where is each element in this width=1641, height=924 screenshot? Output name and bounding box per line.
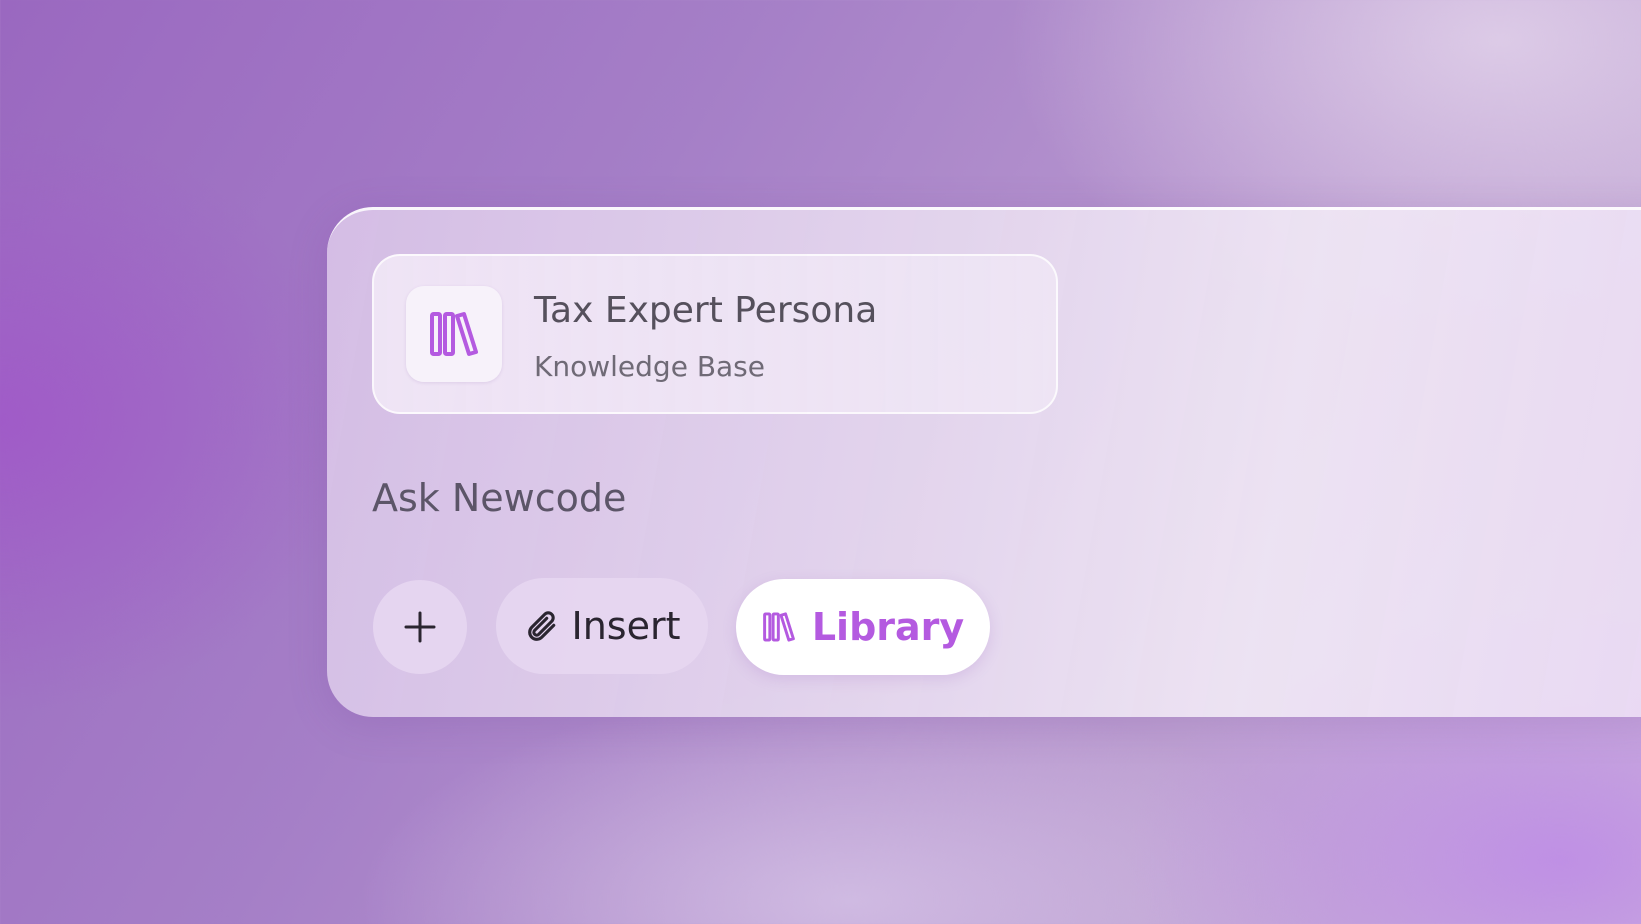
plus-icon [404, 611, 436, 643]
insert-button[interactable]: Insert [496, 578, 708, 674]
prompt-input[interactable]: Ask Newcode [372, 476, 626, 520]
knowledge-base-title: Tax Expert Persona [534, 290, 878, 331]
knowledge-base-card[interactable]: Tax Expert Persona Knowledge Base [372, 254, 1058, 414]
library-label: Library [811, 605, 965, 649]
paperclip-icon [527, 611, 555, 641]
insert-label: Insert [571, 604, 681, 648]
library-books-icon [406, 286, 502, 382]
knowledge-base-subtitle: Knowledge Base [534, 350, 765, 383]
library-books-icon [762, 612, 795, 642]
library-button[interactable]: Library [736, 579, 990, 675]
add-button[interactable] [373, 580, 467, 674]
chat-composer-panel: Tax Expert Persona Knowledge Base Ask Ne… [327, 207, 1641, 717]
